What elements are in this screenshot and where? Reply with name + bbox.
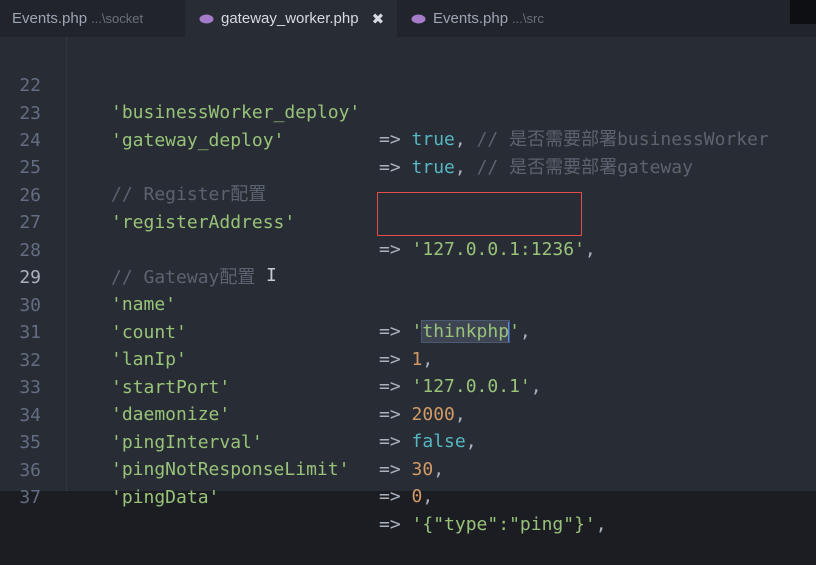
tab-title: Events.php (12, 10, 88, 27)
php-elephant-icon (411, 14, 426, 23)
arrow-operator: => (379, 486, 401, 507)
line-number: 37 (19, 487, 41, 508)
code-line: 24 (0, 100, 816, 151)
value: 0 (411, 486, 423, 507)
close-icon[interactable]: ✖ (372, 10, 385, 28)
code-line: 36 'pingData' => '{"type":"ping"}', (0, 430, 816, 535)
code-line: 35 'pingNotResponseLimit' => 0, (0, 402, 816, 507)
code-line: 23 'gateway_deploy' => true, // 是否需要部署ga… (0, 73, 816, 178)
tab-gateway-worker[interactable]: gateway_worker.php ✖ (185, 0, 397, 37)
arrow-operator: => (379, 514, 401, 535)
ibeam-cursor-icon: I (266, 265, 277, 286)
tab-path: ...\socket (91, 11, 144, 26)
code-line: 31 'lanIp' => '127.0.0.1', (0, 292, 816, 397)
code-line: 25 // Register配置 (0, 127, 816, 205)
window-corner (790, 0, 816, 24)
highlight-box (377, 192, 582, 236)
array-key: 'pingData' (111, 487, 220, 508)
code-line: 32 'startPort' => 2000, (0, 320, 816, 425)
comma: , (595, 514, 607, 535)
tab-bar: Events.php ...\socket gateway_worker.php… (0, 0, 816, 37)
tab-events-socket[interactable]: Events.php ...\socket (0, 0, 185, 37)
tab-events-src[interactable]: Events.php ...\src (397, 0, 597, 37)
tab-path: ...\src (512, 11, 544, 26)
tab-title: gateway_worker.php (221, 10, 359, 27)
comma: , (422, 486, 434, 507)
code-editor[interactable]: 22 'businessWorker_deploy' => true, // 是… (0, 37, 816, 535)
code-line: 26 'registerAddress' => '127.0.0.1:1236'… (0, 155, 816, 260)
php-elephant-icon (199, 14, 214, 23)
code-line: 33 'daemonize' => false, (0, 347, 816, 452)
code-line: 37 (0, 457, 816, 508)
code-line: 22 'businessWorker_deploy' => true, // 是… (0, 45, 816, 150)
code-line: 30 'count' => 1, (0, 265, 816, 370)
code-line-current: 29 'name' => 'thinkphp', (0, 237, 816, 343)
code-line: 34 'pingInterval' => 30, (0, 375, 816, 480)
tab-title: Events.php (433, 10, 509, 27)
value: '{"type":"ping"}' (411, 514, 596, 535)
